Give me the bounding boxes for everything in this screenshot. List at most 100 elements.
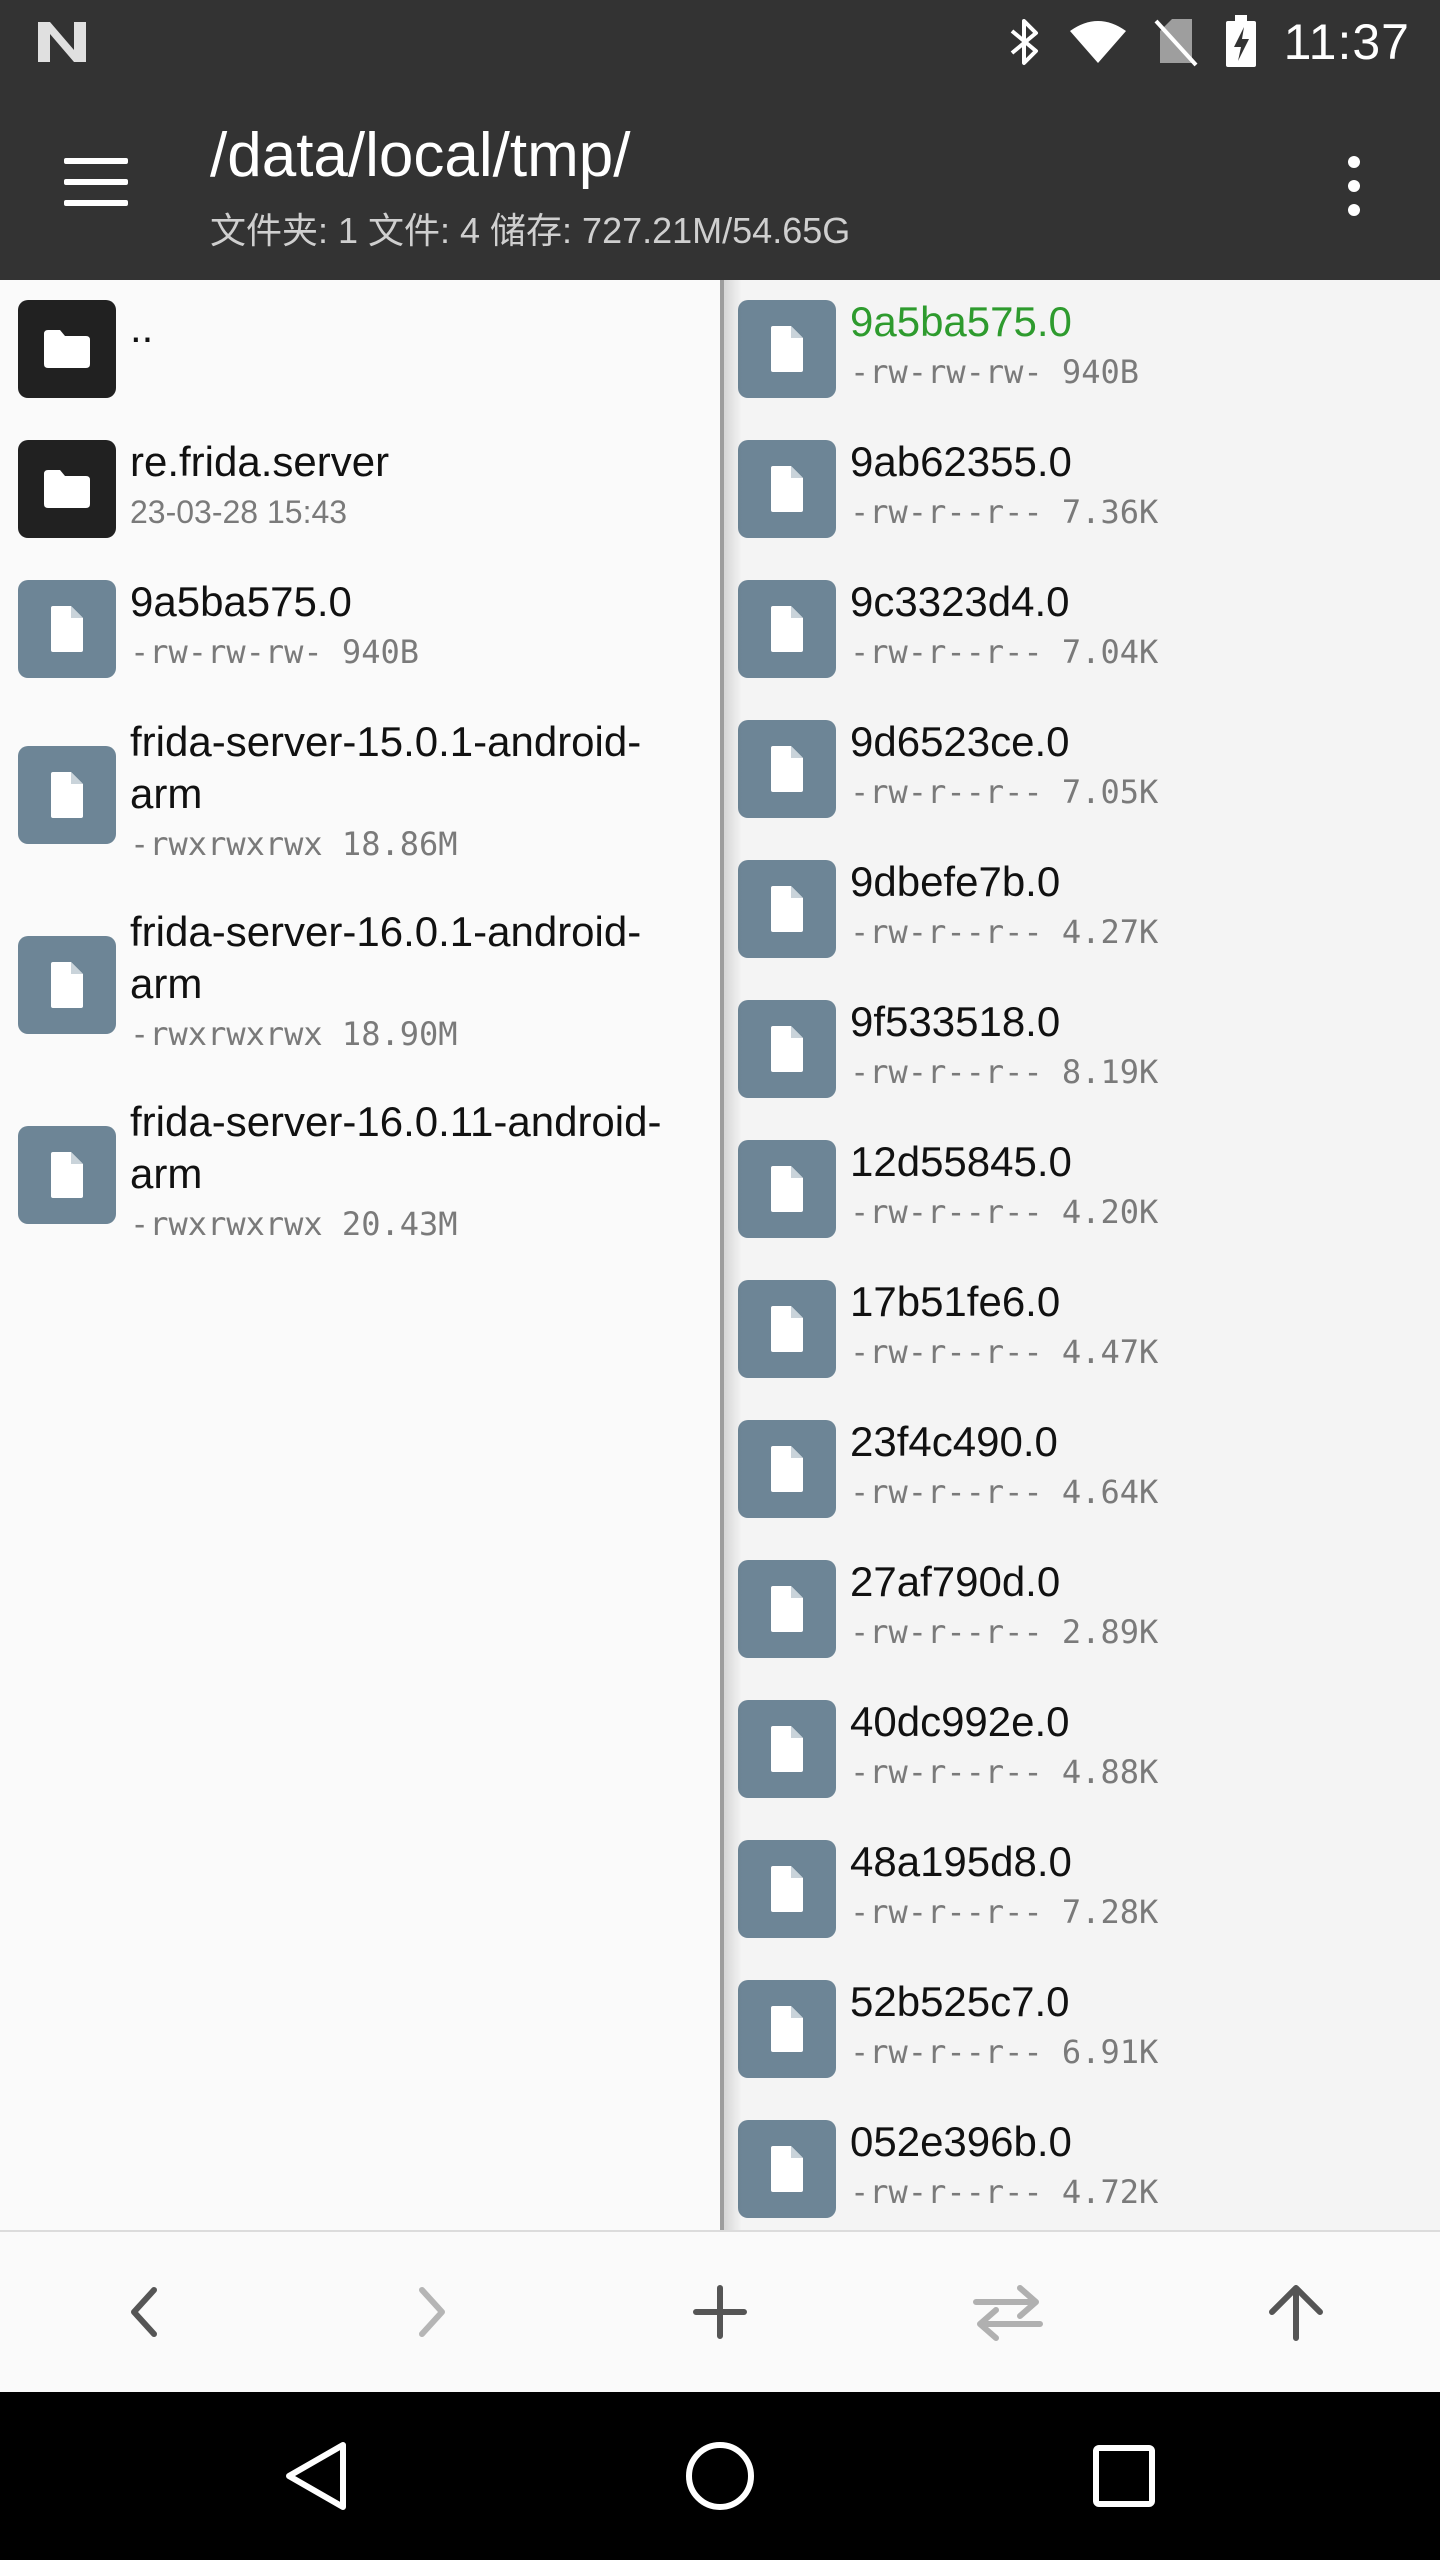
file-row[interactable]: 23f4c490.0 -rw-r--r-- 4.64K: [724, 1400, 1440, 1540]
bluetooth-icon: [1010, 19, 1038, 65]
item-permissions-size: -rwxrwxrwx 18.90M: [130, 1015, 458, 1053]
item-name: 23f4c490.0: [850, 1418, 1058, 1465]
back-icon[interactable]: [104, 2272, 184, 2352]
file-row[interactable]: frida-server-16.0.1-android-arm -rwxrwxrw…: [0, 890, 720, 1080]
file-icon: [18, 1126, 116, 1224]
row-text: 12d55845.0 -rw-r--r-- 4.20K: [850, 1136, 1426, 1232]
right-file-pane[interactable]: 9a5ba575.0 -rw-rw-rw- 940B 9ab62355.0 -rw-r…: [724, 280, 1440, 2230]
item-permissions-size: -rw-r--r-- 8.19K: [850, 1053, 1159, 1091]
item-name: frida-server-16.0.11-android-arm: [130, 1098, 662, 1197]
file-row[interactable]: 9a5ba575.0 -rw-rw-rw- 940B: [724, 280, 1440, 420]
folder-row[interactable]: re.frida.server 23-03-28 15:43: [0, 420, 720, 560]
item-name: frida-server-15.0.1-android-arm: [130, 718, 642, 817]
item-name: 52b525c7.0: [850, 1978, 1070, 2025]
item-permissions-size: -rw-rw-rw- 940B: [130, 633, 419, 671]
item-name: 9d6523ce.0: [850, 718, 1070, 765]
file-icon: [738, 1280, 836, 1378]
item-name: 9ab62355.0: [850, 438, 1072, 485]
file-icon: [738, 1980, 836, 2078]
row-text: 52b525c7.0 -rw-r--r-- 6.91K: [850, 1976, 1426, 2072]
file-row[interactable]: 48a195d8.0 -rw-r--r-- 7.28K: [724, 1820, 1440, 1960]
file-row[interactable]: 9d6523ce.0 -rw-r--r-- 7.05K: [724, 700, 1440, 840]
file-icon: [738, 1000, 836, 1098]
file-row[interactable]: 40dc992e.0 -rw-r--r-- 4.88K: [724, 1680, 1440, 1820]
item-permissions-size: -rw-r--r-- 4.27K: [850, 913, 1159, 951]
left-file-pane[interactable]: .. re.frida.server 23-03-28 15:43 9a5ba575.…: [0, 280, 720, 2230]
item-permissions-size: -rw-r--r-- 6.91K: [850, 2033, 1159, 2071]
item-name: ..: [130, 304, 154, 351]
file-row[interactable]: 17b51fe6.0 -rw-r--r-- 4.47K: [724, 1260, 1440, 1400]
forward-icon[interactable]: [392, 2272, 472, 2352]
file-row[interactable]: 9c3323d4.0 -rw-r--r-- 7.04K: [724, 560, 1440, 700]
nav-home-icon[interactable]: [670, 2426, 770, 2526]
item-permissions-size: -rwxrwxrwx 18.86M: [130, 825, 458, 863]
file-icon: [18, 936, 116, 1034]
battery-charging-icon: [1225, 15, 1256, 67]
item-name: 27af790d.0: [850, 1558, 1061, 1605]
item-name: 9a5ba575.0: [850, 298, 1072, 345]
file-icon: [738, 1560, 836, 1658]
file-icon: [738, 720, 836, 818]
no-sim-icon: [1154, 19, 1198, 67]
row-text: 23f4c490.0 -rw-r--r-- 4.64K: [850, 1416, 1426, 1512]
row-text: 9c3323d4.0 -rw-r--r-- 7.04K: [850, 576, 1426, 672]
file-row[interactable]: 052e396b.0 -rw-r--r-- 4.72K: [724, 2100, 1440, 2230]
item-name: frida-server-16.0.1-android-arm: [130, 908, 642, 1007]
add-icon[interactable]: [680, 2272, 760, 2352]
file-row[interactable]: frida-server-15.0.1-android-arm -rwxrwxrw…: [0, 700, 720, 890]
row-text: 48a195d8.0 -rw-r--r-- 7.28K: [850, 1836, 1426, 1932]
item-permissions-size: -rw-r--r-- 4.20K: [850, 1193, 1159, 1231]
file-icon: [738, 580, 836, 678]
row-text: 27af790d.0 -rw-r--r-- 2.89K: [850, 1556, 1426, 1652]
swap-panes-icon[interactable]: [968, 2272, 1048, 2352]
item-name: 9a5ba575.0: [130, 578, 352, 625]
file-row[interactable]: 9a5ba575.0 -rw-rw-rw- 940B: [0, 560, 720, 700]
item-name: 9dbefe7b.0: [850, 858, 1061, 905]
row-text: 17b51fe6.0 -rw-r--r-- 4.47K: [850, 1276, 1426, 1372]
item-name: 9f533518.0: [850, 998, 1061, 1045]
current-path-title: /data/local/tmp/: [210, 121, 631, 190]
row-text: re.frida.server 23-03-28 15:43: [130, 436, 706, 532]
row-text: 9dbefe7b.0 -rw-r--r-- 4.27K: [850, 856, 1426, 952]
file-icon: [738, 440, 836, 538]
up-icon[interactable]: [1256, 2272, 1336, 2352]
row-text: frida-server-16.0.1-android-arm -rwxrwxrw…: [130, 906, 706, 1054]
folder-row[interactable]: ..: [0, 280, 720, 420]
status-time: 11:37: [1283, 14, 1410, 70]
file-icon: [738, 2120, 836, 2218]
status-bar: 11:37: [0, 0, 1440, 84]
item-permissions-size: -rw-r--r-- 7.04K: [850, 633, 1159, 671]
row-text: 9f533518.0 -rw-r--r-- 8.19K: [850, 996, 1426, 1092]
item-permissions-size: -rw-r--r-- 7.36K: [850, 493, 1159, 531]
storage-summary: 文件夹: 1 文件: 4 储存: 727.21M/54.65G: [210, 210, 851, 251]
notification-n-icon: [38, 22, 86, 62]
folder-icon: [18, 440, 116, 538]
file-row[interactable]: 12d55845.0 -rw-r--r-- 4.20K: [724, 1120, 1440, 1260]
file-row[interactable]: 9f533518.0 -rw-r--r-- 8.19K: [724, 980, 1440, 1120]
file-row[interactable]: frida-server-16.0.11-android-arm -rwxrwxr…: [0, 1080, 720, 1270]
item-permissions-size: -rw-r--r-- 2.89K: [850, 1613, 1159, 1651]
file-icon: [18, 580, 116, 678]
item-permissions-size: -rw-r--r-- 4.72K: [850, 2173, 1159, 2211]
file-row[interactable]: 52b525c7.0 -rw-r--r-- 6.91K: [724, 1960, 1440, 2100]
file-row[interactable]: 9dbefe7b.0 -rw-r--r-- 4.27K: [724, 840, 1440, 980]
file-row[interactable]: 9ab62355.0 -rw-r--r-- 7.36K: [724, 420, 1440, 560]
file-icon: [738, 860, 836, 958]
item-permissions-size: -rw-rw-rw- 940B: [850, 353, 1139, 391]
file-icon: [18, 746, 116, 844]
item-permissions-size: -rw-r--r-- 7.05K: [850, 773, 1159, 811]
more-vert-icon[interactable]: [1330, 150, 1378, 222]
file-row[interactable]: 27af790d.0 -rw-r--r-- 2.89K: [724, 1540, 1440, 1680]
item-name: 9c3323d4.0: [850, 578, 1070, 625]
nav-back-icon[interactable]: [266, 2426, 366, 2526]
wifi-icon: [1069, 21, 1126, 63]
row-text: 9a5ba575.0 -rw-rw-rw- 940B: [850, 296, 1426, 392]
system-nav-bar: [0, 2392, 1440, 2560]
item-name: 40dc992e.0: [850, 1698, 1070, 1745]
row-text: frida-server-16.0.11-android-arm -rwxrwxr…: [130, 1096, 706, 1244]
item-permissions-size: -rwxrwxrwx 20.43M: [130, 1205, 458, 1243]
item-name: 17b51fe6.0: [850, 1278, 1061, 1325]
nav-recents-icon[interactable]: [1074, 2426, 1174, 2526]
file-icon: [738, 1700, 836, 1798]
menu-icon[interactable]: [60, 152, 132, 212]
